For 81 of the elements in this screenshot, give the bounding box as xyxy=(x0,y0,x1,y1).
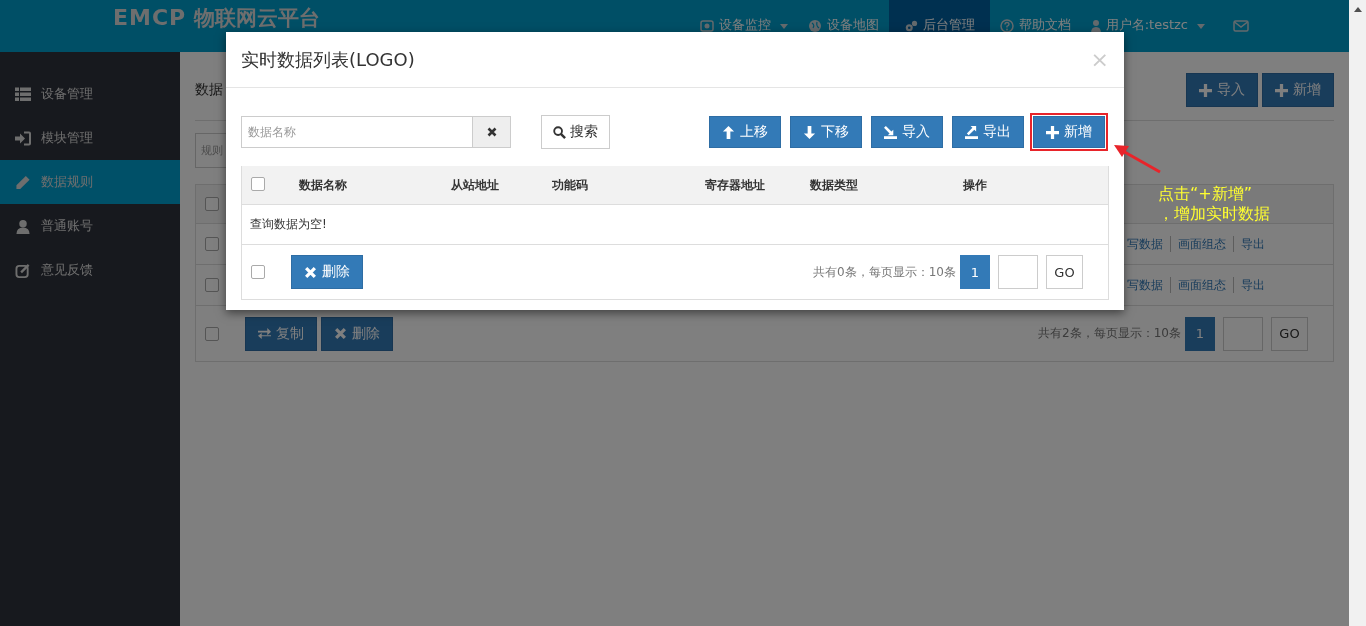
checkbox[interactable] xyxy=(251,176,265,191)
checkbox[interactable] xyxy=(251,265,265,279)
checkbox[interactable] xyxy=(205,237,219,251)
pagination-summary: 共有0条，每页显示：10条 xyxy=(813,263,956,281)
column-header: 数据类型 xyxy=(810,177,858,192)
camera-icon xyxy=(699,19,714,33)
sidebar-item[interactable]: 模块管理 xyxy=(0,116,180,160)
brand-name: 物联网云平台 xyxy=(194,6,321,30)
edit-icon xyxy=(15,262,31,278)
column-header: 功能码 xyxy=(552,177,588,192)
pencil-icon xyxy=(15,174,31,190)
x-icon xyxy=(304,265,317,279)
arrow-up-icon xyxy=(722,125,735,139)
annotation-arrow xyxy=(1113,143,1163,175)
search-icon xyxy=(553,125,566,139)
search-field[interactable]: 数据名称 xyxy=(241,116,473,148)
tray-arrow-icon xyxy=(965,125,978,139)
row-action-link[interactable]: 画面组态 xyxy=(1178,276,1226,294)
clear-button[interactable] xyxy=(473,116,511,148)
page-button[interactable]: 1 xyxy=(1185,316,1215,351)
delete-button[interactable]: 删除 xyxy=(291,255,363,289)
user-icon xyxy=(15,218,31,234)
row-action-link[interactable]: 导出 xyxy=(1241,276,1265,294)
globe-icon xyxy=(807,19,822,33)
page-title: 数据 xyxy=(195,81,223,99)
nav-item[interactable]: 帮助文档 xyxy=(989,0,1081,52)
row-action-link[interactable]: 写数据 xyxy=(1127,235,1163,253)
checkbox[interactable] xyxy=(205,197,219,211)
toolbar-button[interactable]: 上移 xyxy=(709,116,781,148)
search-button[interactable]: 搜索 xyxy=(541,115,610,149)
checkbox[interactable] xyxy=(205,278,219,292)
list-icon xyxy=(15,86,31,102)
column-header: 寄存器地址 xyxy=(705,177,765,192)
callout-text: 点击“+新增” xyxy=(1158,184,1253,204)
checkbox[interactable] xyxy=(205,326,219,341)
toolbar-button[interactable]: 导入 xyxy=(871,116,943,148)
pagination-summary: 共有2条，每页显示：10条 xyxy=(1038,325,1181,342)
x-icon xyxy=(486,127,497,137)
sign-in-icon xyxy=(15,130,31,146)
user-icon xyxy=(1090,19,1101,33)
delete-button[interactable]: 删除 xyxy=(321,316,393,351)
page-input[interactable] xyxy=(998,255,1038,289)
header-button[interactable]: 导入 xyxy=(1186,73,1258,107)
column-header: 从站地址 xyxy=(451,177,499,192)
header-button[interactable]: 新增 xyxy=(1262,73,1334,107)
toolbar-button[interactable]: 导出 xyxy=(952,116,1024,148)
nav-item[interactable]: 设备地图 xyxy=(797,0,889,52)
gears-icon xyxy=(903,19,918,33)
help-icon xyxy=(999,19,1014,33)
go-button[interactable]: GO xyxy=(1046,255,1083,289)
column-header: 操作 xyxy=(963,177,987,192)
mail-icon[interactable] xyxy=(1233,20,1249,32)
sidebar-item[interactable]: 普通账号 xyxy=(0,204,180,248)
swap-icon xyxy=(258,327,271,340)
modal-title: 实时数据列表(LOGO) xyxy=(241,47,415,72)
scroll-up-icon[interactable] xyxy=(1353,7,1362,12)
page-input[interactable] xyxy=(1223,316,1263,351)
row-action-link[interactable]: 画面组态 xyxy=(1178,235,1226,253)
sidebar-item[interactable]: 数据规则 xyxy=(0,160,180,204)
plus-icon xyxy=(1199,83,1212,97)
arrow-down-icon xyxy=(803,125,816,139)
toolbar-button[interactable]: 下移 xyxy=(790,116,862,148)
sidebar-item[interactable]: 意见反馈 xyxy=(0,248,180,292)
plus-icon xyxy=(1046,125,1059,139)
copy-button[interactable]: 复制 xyxy=(245,316,317,351)
column-header: 数据名称 xyxy=(299,177,347,192)
sidebar-item[interactable]: 设备管理 xyxy=(0,72,180,116)
plus-icon xyxy=(1275,83,1288,97)
row-action-link[interactable]: 导出 xyxy=(1241,235,1265,253)
callout-text: ，增加实时数据 xyxy=(1158,204,1270,224)
nav-item[interactable]: 设备监控 xyxy=(689,0,798,52)
x-icon xyxy=(334,327,347,340)
logo[interactable]: EMCP xyxy=(113,6,187,30)
caret-icon xyxy=(1197,23,1205,29)
row-action-link[interactable]: 写数据 xyxy=(1127,276,1163,294)
go-button[interactable]: GO xyxy=(1271,316,1308,351)
page-button[interactable]: 1 xyxy=(960,255,990,289)
tray-arrow-icon xyxy=(884,125,897,139)
empty-message: 查询数据为空! xyxy=(250,216,327,233)
toolbar-button[interactable]: 新增 xyxy=(1033,116,1105,148)
caret-icon xyxy=(779,23,788,29)
